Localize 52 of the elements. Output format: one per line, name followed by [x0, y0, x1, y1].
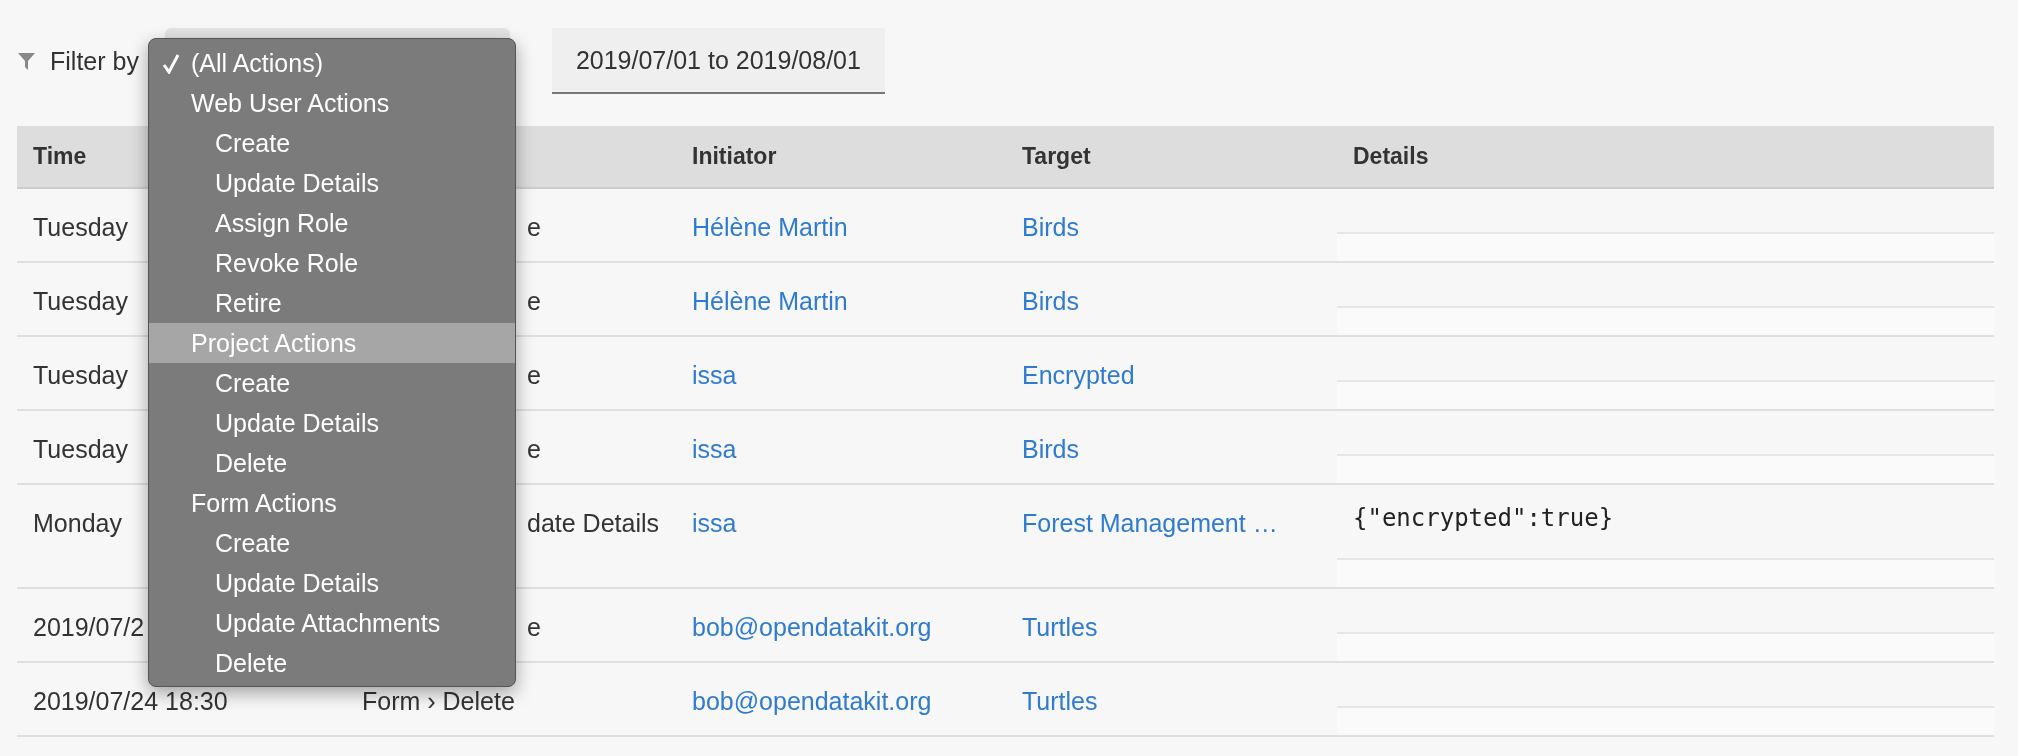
time-cell: Tuesday — [33, 213, 128, 241]
target-link[interactable]: Turtles — [1022, 687, 1098, 715]
time-cell: Tuesday — [33, 435, 128, 463]
menu-option[interactable]: Update Attachments — [149, 603, 515, 643]
menu-option[interactable]: Create — [149, 123, 515, 163]
initiator-link[interactable]: issa — [692, 509, 737, 537]
type-cell: e — [527, 213, 541, 241]
menu-option[interactable]: Update Details — [149, 163, 515, 203]
date-range-field[interactable]: 2019/07/01 to 2019/08/01 — [551, 28, 885, 94]
target-link[interactable]: Birds — [1022, 287, 1079, 315]
type-cell: date Details — [527, 509, 660, 537]
type-cell: e — [527, 287, 541, 315]
menu-option[interactable]: Form Actions — [149, 483, 515, 523]
type-cell: e — [527, 613, 541, 641]
menu-option[interactable]: (All Actions) — [149, 43, 515, 83]
menu-option[interactable]: Project Actions — [149, 323, 515, 363]
type-cell: Form › Delete — [362, 687, 515, 715]
details-text: {"encrypted":true} — [1353, 504, 1614, 532]
initiator-link[interactable]: Hélène Martin — [692, 213, 848, 241]
initiator-link[interactable]: Hélène Martin — [692, 287, 848, 315]
time-cell: 2019/07/2 — [33, 613, 145, 641]
menu-option[interactable]: Update Details — [149, 563, 515, 603]
target-link[interactable]: Turtles — [1022, 613, 1098, 641]
menu-option[interactable]: Revoke Role — [149, 243, 515, 283]
initiator-link[interactable]: issa — [692, 435, 737, 463]
target-link[interactable]: Birds — [1022, 213, 1079, 241]
menu-option[interactable]: Web User Actions — [149, 83, 515, 123]
menu-option[interactable]: Retire — [149, 283, 515, 323]
menu-option[interactable]: Assign Role — [149, 203, 515, 243]
initiator-link[interactable]: issa — [692, 361, 737, 389]
time-cell: 2019/07/24 18:30 — [33, 687, 228, 715]
column-header: Target — [1022, 143, 1091, 170]
column-header: Details — [1353, 143, 1429, 170]
menu-option[interactable]: Update Details — [149, 403, 515, 443]
column-header: Initiator — [692, 143, 777, 170]
filter-label: Filter by — [50, 46, 139, 76]
time-cell: Tuesday — [33, 287, 128, 315]
target-link[interactable]: Birds — [1022, 435, 1079, 463]
menu-option[interactable]: Create — [149, 363, 515, 403]
filter-icon — [18, 52, 35, 70]
time-cell: Monday — [33, 509, 122, 537]
target-link[interactable]: Forest Management … — [1022, 509, 1278, 537]
time-cell: Tuesday — [33, 361, 128, 389]
menu-option[interactable]: Delete — [149, 643, 515, 683]
menu-option[interactable]: Delete — [149, 443, 515, 483]
initiator-link[interactable]: bob@opendatakit.org — [692, 687, 932, 715]
initiator-link[interactable]: bob@opendatakit.org — [692, 613, 932, 641]
menu-option[interactable]: Create — [149, 523, 515, 563]
column-header: Time — [33, 143, 87, 170]
target-link[interactable]: Encrypted — [1022, 361, 1135, 389]
type-cell: e — [527, 361, 541, 389]
type-cell: e — [527, 435, 541, 463]
